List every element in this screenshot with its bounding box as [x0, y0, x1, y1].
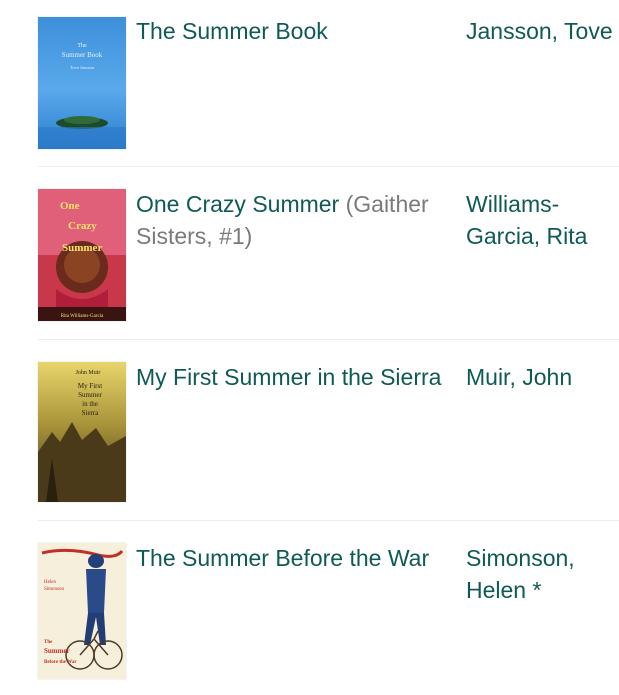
cover-text: Sierra	[82, 409, 100, 417]
author-link[interactable]: Jansson, Tove	[466, 18, 613, 44]
book-title-link[interactable]: One Crazy Summer	[136, 191, 339, 217]
book-cover[interactable]: Helen Simonson The Summer Before the War	[38, 543, 126, 679]
book-cover[interactable]: John Muir My First Summer in the Sierra	[38, 362, 126, 502]
cover-text: Summer Book	[62, 51, 103, 59]
cover-text: The	[77, 43, 87, 49]
cover-text: Summer	[44, 647, 70, 655]
list-item: Helen Simonson The Summer Before the War…	[38, 521, 619, 695]
cover-image: Helen Simonson The Summer Before the War	[38, 543, 126, 679]
book-title-link[interactable]: The Summer Book	[136, 18, 328, 44]
cover-text: Summer	[62, 242, 102, 254]
cover-text: Before the War	[44, 660, 77, 665]
title-cell: One Crazy Summer (Gaither Sisters, #1)	[136, 188, 454, 252]
author-cell: Jansson, Tove	[466, 15, 619, 47]
cover-text: Summer	[78, 391, 102, 399]
list-item: The Summer Book Tove Jansson The Summer …	[38, 0, 619, 167]
author-cell: Simonson, Helen *	[466, 542, 619, 606]
cover-text: John Muir	[76, 370, 101, 376]
book-cover[interactable]: The Summer Book Tove Jansson	[38, 17, 126, 149]
author-link[interactable]: Simonson, Helen	[466, 545, 575, 603]
cover-text: Tove Jansson	[70, 65, 95, 70]
author-link[interactable]: Williams-Garcia, Rita	[466, 191, 587, 249]
author-note-marker: *	[532, 577, 542, 603]
author-cell: Williams-Garcia, Rita	[466, 188, 619, 252]
cover-text: One	[60, 200, 80, 212]
author-cell: Muir, John	[466, 361, 619, 393]
book-title-link[interactable]: My First Summer in the Sierra	[136, 364, 441, 390]
author-link[interactable]: Muir, John	[466, 364, 572, 390]
cover-text: Simonson	[44, 587, 65, 592]
title-cell: The Summer Before the War	[136, 542, 454, 574]
title-cell: The Summer Book	[136, 15, 454, 47]
cover-image: The Summer Book Tove Jansson	[38, 17, 126, 149]
cover-text: Helen	[44, 580, 56, 585]
cover-text: in the	[82, 400, 98, 408]
book-list: The Summer Book Tove Jansson The Summer …	[38, 0, 619, 695]
title-cell: My First Summer in the Sierra	[136, 361, 454, 393]
cover-text: My First	[78, 382, 102, 390]
list-item: One Crazy Summer Rita Williams-Garcia On…	[38, 167, 619, 340]
cover-text: Rita Williams-Garcia	[61, 314, 104, 319]
book-cover[interactable]: One Crazy Summer Rita Williams-Garcia	[38, 189, 126, 321]
cover-image: One Crazy Summer Rita Williams-Garcia	[38, 189, 126, 321]
list-item: John Muir My First Summer in the Sierra …	[38, 340, 619, 521]
cover-text: The	[44, 640, 53, 645]
cover-image: John Muir My First Summer in the Sierra	[38, 362, 126, 502]
book-title-link[interactable]: The Summer Before the War	[136, 545, 429, 571]
cover-text: Crazy	[68, 220, 97, 232]
